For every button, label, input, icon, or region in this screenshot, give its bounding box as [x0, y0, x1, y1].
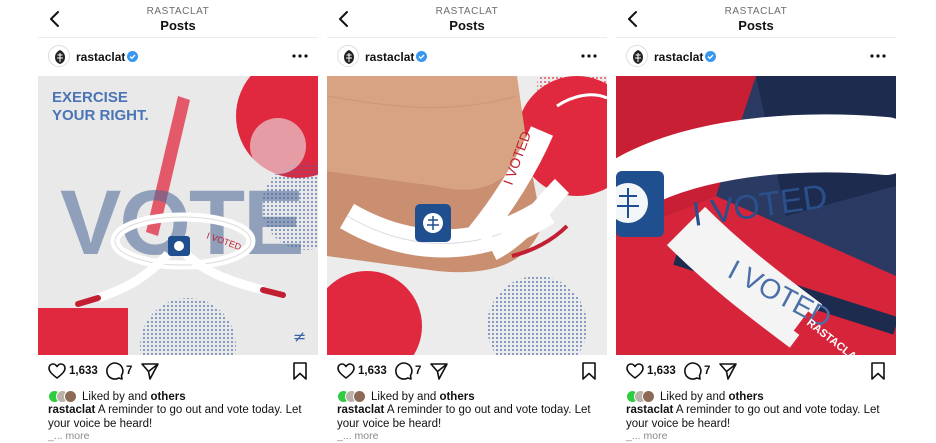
corner-mark: ≠: [293, 327, 306, 346]
post-2: RASTACLAT Posts rastaclat I VOTED 1,633 …: [327, 0, 607, 443]
caption-more-link[interactable]: _... more: [48, 430, 89, 442]
action-bar: 1,633 7: [616, 361, 896, 383]
verified-icon: [127, 51, 138, 62]
post-image[interactable]: I VOTED I VOTED RASTACLA: [616, 76, 896, 355]
post-image[interactable]: EXERCISE YOUR RIGHT. VOTE I VOTED ≠: [38, 76, 318, 355]
avatar[interactable]: [337, 45, 359, 67]
liked-avatars: [337, 390, 367, 404]
comment-icon[interactable]: [682, 361, 702, 381]
liker-avatar: [642, 390, 655, 403]
headline-line-2: YOUR RIGHT.: [52, 107, 149, 124]
bookmark-icon[interactable]: [868, 361, 888, 381]
liker-avatar: [353, 390, 366, 403]
post-header: rastaclat: [38, 40, 318, 74]
share-icon[interactable]: [718, 361, 738, 381]
post-header: rastaclat: [616, 40, 896, 74]
bookmark-icon[interactable]: [579, 361, 599, 381]
comment-count: 7: [704, 365, 711, 377]
liked-by-row[interactable]: Liked by and others: [48, 390, 308, 404]
avatar[interactable]: [626, 45, 648, 67]
liked-by-text: Liked by and others: [660, 391, 764, 403]
caption-more-link[interactable]: _... more: [337, 430, 378, 442]
comment-count: 7: [126, 365, 133, 377]
caption-username[interactable]: rastaclat: [48, 404, 95, 416]
username[interactable]: rastaclat: [654, 50, 703, 64]
caption-more-link[interactable]: _... more: [626, 430, 667, 442]
action-bar: 1,633 7: [327, 361, 607, 383]
comment-count: 7: [415, 365, 422, 377]
share-icon[interactable]: [140, 361, 160, 381]
username[interactable]: rastaclat: [76, 50, 125, 64]
headline-line-1: EXERCISE: [52, 89, 128, 106]
top-bar: RASTACLAT Posts: [616, 0, 896, 38]
heart-icon[interactable]: [625, 361, 645, 381]
big-vote-word: VOTE: [60, 172, 302, 274]
like-count: 1,633: [358, 365, 387, 377]
account-name-caps: RASTACLAT: [724, 6, 788, 17]
like-count: 1,633: [647, 365, 676, 377]
post-3: RASTACLAT Posts rastaclat I VOTED I VOTE…: [616, 0, 896, 443]
liked-by-text: Liked by and others: [371, 391, 475, 403]
heart-icon[interactable]: [336, 361, 356, 381]
avatar[interactable]: [48, 45, 70, 67]
verified-icon: [416, 51, 427, 62]
action-bar: 1,633 7: [38, 361, 318, 383]
post-header: rastaclat: [327, 40, 607, 74]
more-icon[interactable]: [868, 46, 888, 66]
liked-by-text: Liked by and others: [82, 391, 186, 403]
page-title: Posts: [160, 18, 196, 33]
page-title: Posts: [738, 18, 774, 33]
liked-by-row[interactable]: Liked by and others: [337, 390, 597, 404]
liked-avatars: [48, 390, 78, 404]
account-name-caps: RASTACLAT: [146, 6, 210, 17]
comment-icon[interactable]: [393, 361, 413, 381]
page-title: Posts: [449, 18, 485, 33]
bookmark-icon[interactable]: [290, 361, 310, 381]
caption: rastaclat A reminder to go out and vote …: [48, 404, 314, 431]
caption: rastaclat A reminder to go out and vote …: [626, 404, 892, 431]
comment-icon[interactable]: [104, 361, 124, 381]
liker-avatar: [64, 390, 77, 403]
more-icon[interactable]: [579, 46, 599, 66]
post-1: RASTACLAT Posts rastaclat EXERCISE YOUR …: [38, 0, 318, 443]
liked-by-row[interactable]: Liked by and others: [626, 390, 886, 404]
top-bar: RASTACLAT Posts: [38, 0, 318, 38]
post-image[interactable]: I VOTED: [327, 76, 607, 355]
heart-icon[interactable]: [47, 361, 67, 381]
more-icon[interactable]: [290, 46, 310, 66]
liked-avatars: [626, 390, 656, 404]
caption-username[interactable]: rastaclat: [626, 404, 673, 416]
account-name-caps: RASTACLAT: [435, 6, 499, 17]
share-icon[interactable]: [429, 361, 449, 381]
like-count: 1,633: [69, 365, 98, 377]
verified-icon: [705, 51, 716, 62]
username[interactable]: rastaclat: [365, 50, 414, 64]
caption: rastaclat A reminder to go out and vote …: [337, 404, 603, 431]
caption-username[interactable]: rastaclat: [337, 404, 384, 416]
top-bar: RASTACLAT Posts: [327, 0, 607, 38]
